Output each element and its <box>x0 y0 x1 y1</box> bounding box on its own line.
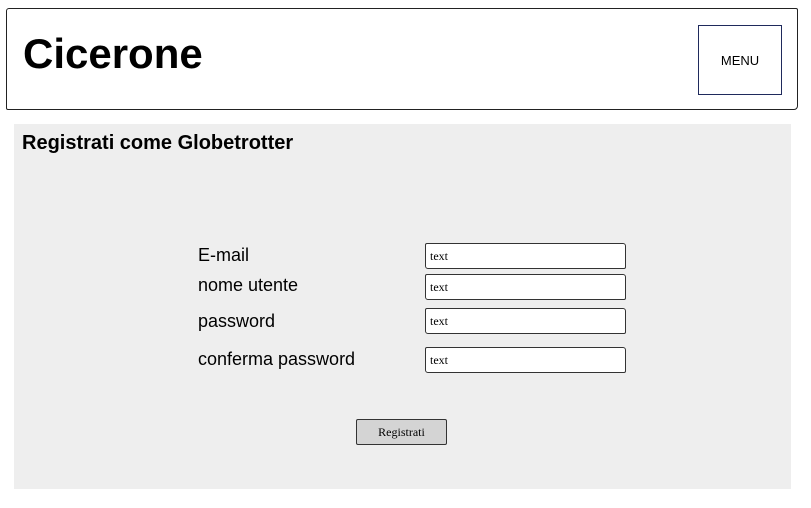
confirm-password-label: conferma password <box>198 349 356 369</box>
username-field[interactable] <box>425 274 626 300</box>
register-button[interactable]: Registrati <box>356 419 447 445</box>
password-label: password <box>198 311 276 331</box>
email-field[interactable] <box>425 243 626 269</box>
menu-button[interactable]: MENU <box>698 25 782 95</box>
confirm-password-field[interactable] <box>425 347 626 373</box>
app-title: Cicerone <box>23 30 203 77</box>
page-title: Registrati come Globetrotter <box>22 132 294 154</box>
username-label: nome utente <box>198 275 299 295</box>
password-field[interactable] <box>425 308 626 334</box>
app-header: Cicerone MENU <box>6 8 798 110</box>
email-label: E-mail <box>198 245 250 265</box>
registration-panel: Registrati come Globetrotter E-mail nome… <box>14 124 791 489</box>
